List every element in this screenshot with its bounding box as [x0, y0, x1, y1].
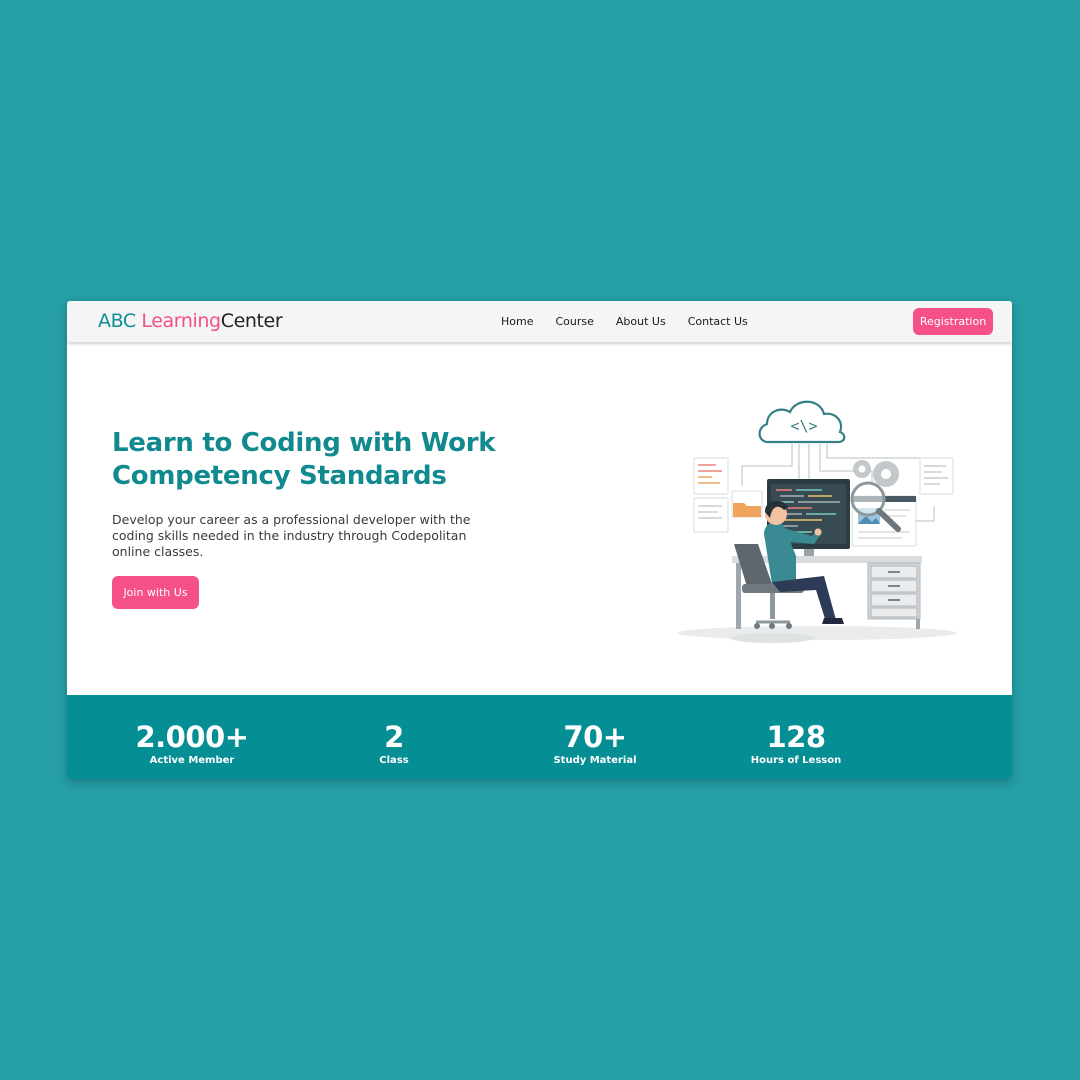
stats-bar: 2.000+ Active Member 2 Class 70+ Study M… [67, 695, 1012, 779]
navbar: ABC LearningCenter Home Course About Us … [67, 301, 1012, 342]
hero-description: Develop your career as a professional de… [112, 512, 471, 559]
svg-text:<\>: <\> [790, 417, 817, 435]
brand-part-abc: ABC [98, 310, 142, 332]
hero-title: Learn to Coding with Work Competency Sta… [112, 428, 496, 491]
brand-part-center: Center [220, 310, 283, 332]
stat-label: Hours of Lesson [750, 755, 842, 766]
browser-page: ABC LearningCenter Home Course About Us … [67, 301, 1012, 779]
nav-home[interactable]: Home [501, 315, 533, 328]
stat-label: Class [379, 755, 409, 766]
nav-menu: Home Course About Us Contact Us [501, 315, 748, 328]
gear-icon [853, 460, 899, 487]
brand-logo[interactable]: ABC LearningCenter [98, 310, 283, 332]
stat-label: Active Member [149, 755, 235, 766]
registration-button[interactable]: Registration [913, 308, 993, 335]
brand-part-learning: Learning [141, 310, 221, 332]
nav-contact-us[interactable]: Contact Us [688, 315, 748, 328]
stat-study-material: 70+ Study Material [520, 721, 670, 766]
stat-value: 128 [766, 720, 826, 754]
stat-value: 70+ [563, 720, 627, 754]
developer-illustration-icon: <\> [677, 400, 957, 643]
nav-about-us[interactable]: About Us [616, 315, 666, 328]
stat-hours-of-lesson: 128 Hours of Lesson [721, 721, 871, 766]
stat-label: Study Material [553, 755, 637, 766]
stat-class: 2 Class [319, 721, 469, 766]
stat-value: 2.000+ [135, 720, 249, 754]
stat-value: 2 [384, 720, 404, 754]
stat-active-member: 2.000+ Active Member [117, 721, 267, 766]
nav-course[interactable]: Course [555, 315, 593, 328]
join-button[interactable]: Join with Us [112, 576, 199, 609]
